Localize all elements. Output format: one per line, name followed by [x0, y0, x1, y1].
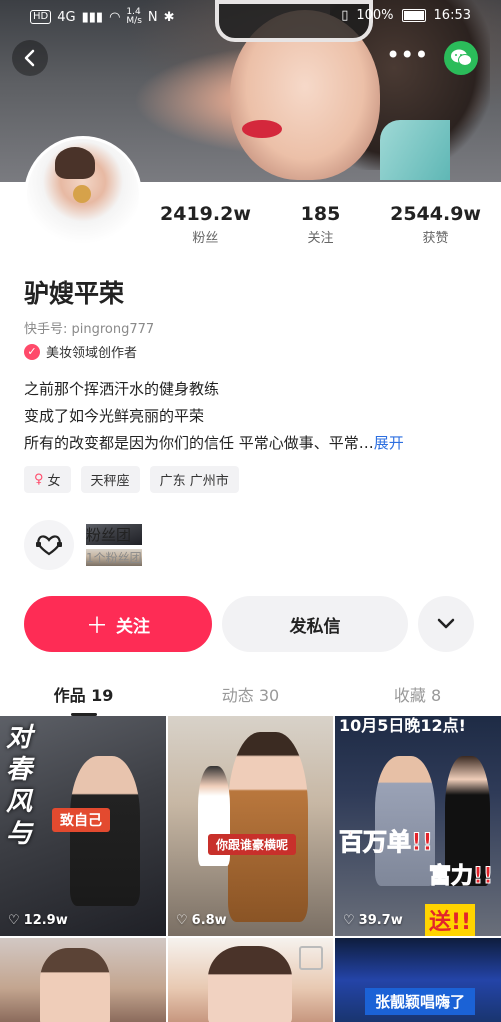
cover-lips	[242, 120, 282, 138]
profile-name: 驴嫂平荣	[24, 279, 125, 308]
profile-stats: 2419.2w 粉丝 185 关注 2544.9w 获赞	[160, 203, 481, 246]
tab-favorites[interactable]: 收藏 8	[334, 676, 501, 716]
vibrate-icon: ▯	[341, 8, 349, 23]
tag-location: 广东 广州市	[149, 466, 239, 493]
kuaishou-id[interactable]: 快手号: pingrong777	[24, 318, 154, 337]
tag-label: 广东 广州市	[159, 474, 229, 489]
tag-zodiac: 天秤座	[80, 466, 140, 493]
like-count: ♡ 12.9w	[8, 913, 68, 928]
nfc-icon: N	[147, 9, 158, 25]
signal-icon: ▮▮▮	[81, 9, 104, 25]
stat-label: 粉丝	[192, 231, 219, 246]
back-button[interactable]	[12, 40, 48, 76]
profile-bio: 之前那个挥洒汗水的健身教练 变成了如今光鲜亮丽的平荣 所有的改变都是因为你们的信…	[24, 376, 484, 457]
speed-text: 1.4 M/s	[126, 7, 142, 26]
stat-value: 2419.2w	[160, 203, 251, 225]
thumb-person	[40, 948, 110, 1022]
expand-recommendations-button[interactable]	[418, 596, 474, 652]
thumb-person	[208, 946, 292, 1022]
like-count: ♡ 6.8w	[176, 913, 227, 928]
stat-fans[interactable]: 2419.2w 粉丝	[160, 203, 251, 246]
avatar[interactable]	[24, 136, 142, 254]
fan-group-count: 1个粉丝团	[86, 549, 142, 566]
like-count: ♡ 39.7w	[343, 913, 403, 928]
tab-moments[interactable]: 动态 30	[167, 676, 334, 716]
avatar-image	[27, 139, 139, 251]
like-count-value: 39.7w	[358, 913, 403, 928]
thumb-top-text: 10月5日晚12点!	[339, 716, 466, 735]
image-placeholder-icon	[299, 946, 323, 970]
bio-line: 之前那个挥洒汗水的健身教练	[24, 380, 220, 398]
thumb-caption: 你跟谁豪横呢	[208, 834, 297, 855]
video-thumbnail[interactable]: 对 春 风 与 致自己 ♡ 12.9w	[0, 716, 166, 936]
profile-tags: ♀ 女 天秤座 广东 广州市	[24, 466, 239, 493]
cover-strap	[380, 120, 450, 180]
creator-certification[interactable]: ✓ 美妆领域创作者	[24, 342, 137, 361]
clock: 16:53	[433, 8, 471, 23]
stat-likes[interactable]: 2544.9w 获赞	[390, 203, 481, 246]
network-icon: 4G	[57, 9, 76, 25]
tag-label: 天秤座	[90, 474, 130, 489]
thumb-caption: 张靓颖唱嗨了	[365, 988, 476, 1015]
stat-label: 关注	[307, 231, 334, 246]
thumb-person	[375, 756, 435, 886]
thumb-person	[228, 732, 308, 922]
heart-icon: ♡	[8, 913, 20, 928]
video-thumbnail[interactable]	[168, 938, 333, 1022]
hd-icon: HD	[30, 10, 52, 24]
video-thumbnail[interactable]	[0, 938, 166, 1022]
thumb-caption-3: 送!!	[425, 904, 476, 936]
bio-line: 所有的改变都是因为你们的信任 平常心做事、平常…	[24, 434, 374, 452]
video-thumbnail[interactable]: 10月5日晚12点! 百万单!! 富力!! 送!! ♡ 39.7w	[335, 716, 501, 936]
like-count-value: 12.9w	[23, 913, 68, 928]
certification-label: 美妆领域创作者	[46, 346, 138, 361]
profile-actions: ＋ 关注 发私信	[24, 596, 474, 652]
status-bar: HD 4G ▮▮▮ ◠ 1.4 M/s N ✱ ▯ 100% 16:53	[0, 0, 501, 32]
follow-label: 关注	[116, 616, 150, 637]
check-badge-icon: ✓	[24, 343, 40, 360]
wechat-icon	[451, 49, 472, 66]
stat-label: 获赞	[422, 231, 449, 246]
bluetooth-icon: ✱	[163, 9, 175, 25]
heart-icon: ♡	[343, 913, 355, 928]
send-message-button[interactable]: 发私信	[222, 596, 408, 652]
video-thumbnail[interactable]: 张靓颖唱嗨了	[335, 938, 501, 1022]
wifi-icon: ◠	[109, 9, 121, 25]
stat-value: 2544.9w	[390, 203, 481, 225]
like-count-value: 6.8w	[191, 913, 227, 928]
video-grid: 对 春 风 与 致自己 ♡ 12.9w 你跟谁豪横呢 ♡ 6.8w 10月5日晚…	[0, 716, 501, 1022]
thumb-caption: 致自己	[52, 808, 110, 832]
more-options-button[interactable]: •••	[386, 40, 428, 76]
stat-value: 185	[300, 203, 341, 225]
back-arrow-icon	[24, 49, 35, 67]
stat-following[interactable]: 185 关注	[301, 203, 341, 246]
expand-bio-link[interactable]: 展开	[374, 434, 404, 452]
fan-group-title: 粉丝团	[86, 524, 142, 545]
fan-group-entry[interactable]: 粉丝团 1个粉丝团	[24, 520, 142, 570]
thumb-side-text: 对 春 风 与	[6, 723, 33, 849]
wechat-share-button[interactable]	[444, 41, 478, 75]
tab-works[interactable]: 作品 19	[0, 676, 167, 716]
plus-icon: ＋	[85, 614, 108, 639]
chevron-down-icon	[437, 618, 455, 629]
female-icon: ♀	[34, 472, 44, 487]
follow-button[interactable]: ＋ 关注	[24, 596, 212, 652]
battery-icon	[401, 9, 426, 22]
heart-icon: ♡	[176, 913, 188, 928]
thumb-caption-2: 富力!!	[428, 864, 494, 890]
tag-gender: ♀ 女	[24, 466, 71, 493]
tag-label: 女	[47, 474, 61, 489]
battery-percent: 100%	[356, 8, 394, 23]
bio-line: 变成了如今光鲜亮丽的平荣	[24, 407, 205, 425]
video-thumbnail[interactable]: 你跟谁豪横呢 ♡ 6.8w	[168, 716, 333, 936]
thumb-caption: 百万单!!	[339, 828, 434, 857]
content-tabs: 作品 19 动态 30 收藏 8	[0, 676, 501, 716]
fan-group-heart-icon	[24, 520, 74, 570]
